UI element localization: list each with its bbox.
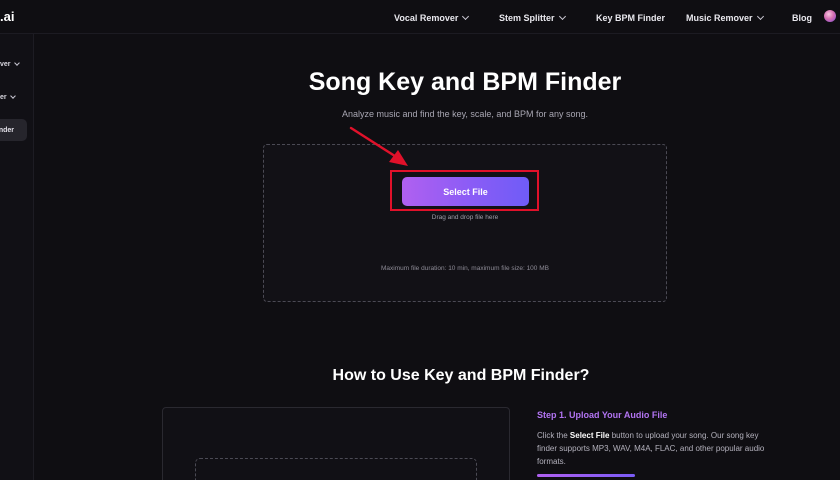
- drag-drop-hint: Drag and drop file here: [431, 214, 499, 221]
- step-progress-bar: [537, 474, 635, 477]
- sidebar-item-label: inder: [0, 126, 14, 134]
- nav-item-label: Stem Splitter: [499, 13, 555, 23]
- step-desc-text: Click the: [537, 431, 570, 440]
- nav-item-label: Vocal Remover: [394, 13, 459, 23]
- page-subtitle: Analyze music and find the key, scale, a…: [342, 109, 588, 119]
- nav-item-blog[interactable]: Blog: [792, 11, 812, 25]
- nav-item-vocal-remover[interactable]: Vocal Remover: [394, 11, 470, 25]
- file-limit-note: Maximum file duration: 10 min, maximum f…: [381, 265, 549, 272]
- sidebar-item-key-bpm-finder[interactable]: inder: [0, 119, 27, 141]
- nav-item-label: Key BPM Finder: [596, 13, 666, 23]
- how-to-title: How to Use Key and BPM Finder?: [332, 367, 590, 384]
- chevron-down-icon: [13, 60, 20, 66]
- nav-item-key-bpm-finder[interactable]: Key BPM Finder: [596, 11, 665, 25]
- sidebar: ver er: [0, 34, 34, 480]
- step-desc-emphasis: Select File: [569, 431, 610, 440]
- file-dropzone[interactable]: [263, 144, 667, 302]
- avatar[interactable]: [824, 10, 836, 22]
- chevron-down-icon: [462, 12, 470, 21]
- nav-item-music-remover[interactable]: Music Remover: [686, 11, 764, 25]
- chevron-down-icon: [558, 12, 566, 21]
- select-file-button[interactable]: Select File: [402, 177, 529, 206]
- nav-item-label: Music Remover: [686, 13, 753, 23]
- page-title: Song Key and BPM Finder: [308, 68, 622, 96]
- chevron-down-icon: [756, 12, 764, 21]
- nav-item-label: Blog: [792, 13, 812, 23]
- step-1-title: Step 1. Upload Your Audio File: [537, 410, 668, 420]
- red-arrow-icon: [349, 126, 408, 166]
- sidebar-item-vocal-remover[interactable]: ver: [0, 60, 20, 68]
- step-1-description: Click the Select File button to upload y…: [537, 429, 777, 468]
- sidebar-item-label: ver: [0, 61, 11, 68]
- nav-item-stem-splitter[interactable]: Stem Splitter: [499, 11, 566, 25]
- logo[interactable]: .ai: [0, 9, 14, 24]
- top-navigation-bar: .ai Vocal Remover Stem Splitter Key BPM …: [0, 0, 840, 34]
- tutorial-preview-dropzone: [195, 458, 477, 480]
